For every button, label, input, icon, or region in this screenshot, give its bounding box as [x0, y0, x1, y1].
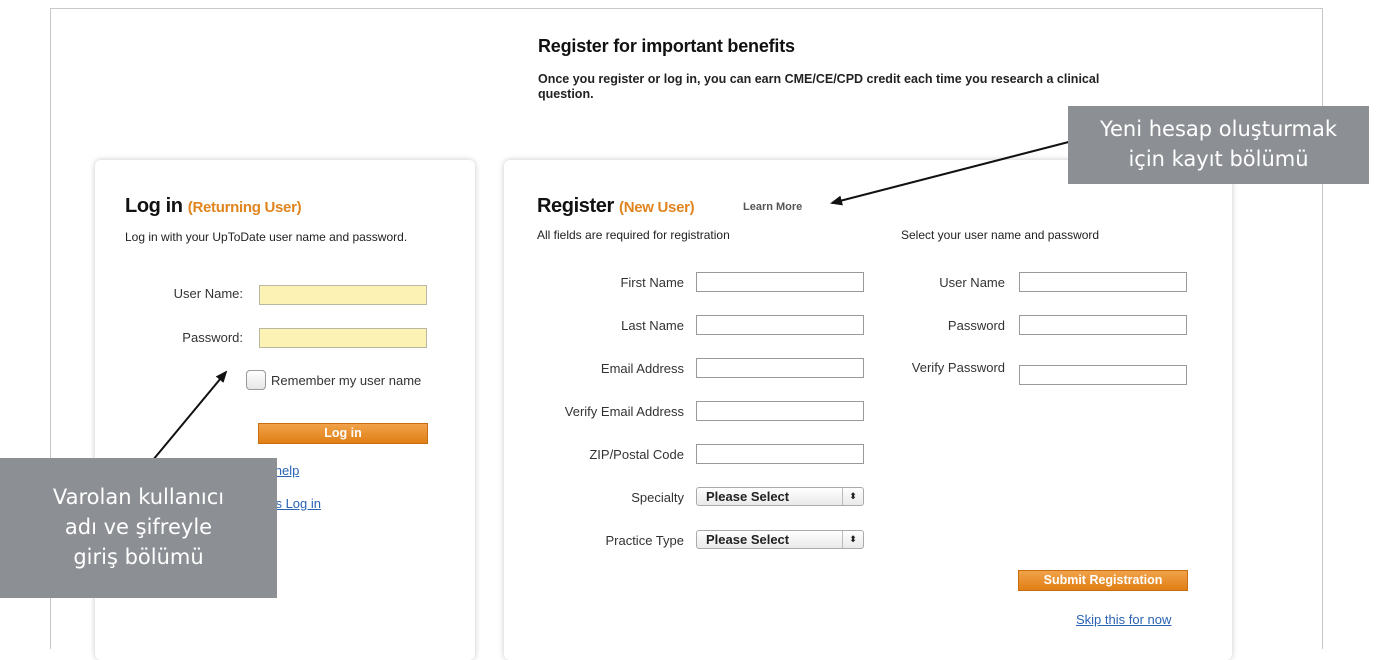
- register-callout: Yeni hesap oluşturmak için kayıt bölümü: [1068, 106, 1369, 184]
- login-callout: Varolan kullanıcı adı ve şifreyle giriş …: [0, 458, 277, 598]
- right-annotation-arrow: [830, 136, 1089, 206]
- left-annotation-arrow: [142, 370, 228, 473]
